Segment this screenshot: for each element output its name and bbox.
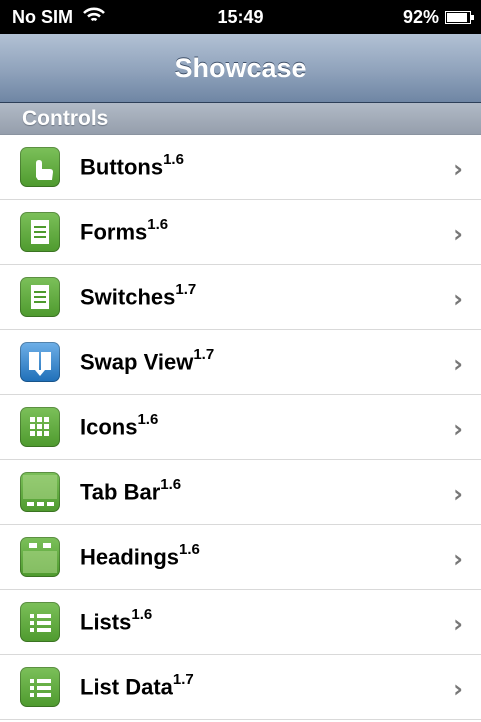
list-icon xyxy=(20,602,60,642)
status-right: 92% xyxy=(402,7,474,28)
item-title: List Data xyxy=(80,674,173,700)
version-badge: 1.6 xyxy=(179,541,200,558)
item-title: Swap View xyxy=(80,349,194,375)
chevron-right-icon: › xyxy=(453,675,463,703)
version-badge: 1.7 xyxy=(175,281,197,298)
chevron-right-icon: › xyxy=(453,350,463,378)
list-item-lists[interactable]: Lists1.6 › xyxy=(0,590,481,655)
list-item-label: Tab Bar1.6 xyxy=(80,476,182,505)
item-title: Tab Bar xyxy=(80,479,161,505)
list-item-label: Forms1.6 xyxy=(80,216,169,245)
version-badge: 1.7 xyxy=(193,346,215,363)
navigation-bar: Showcase xyxy=(0,34,481,103)
item-title: Switches xyxy=(80,284,176,310)
chevron-right-icon: › xyxy=(453,415,463,443)
version-badge: 1.6 xyxy=(137,411,159,428)
chevron-right-icon: › xyxy=(453,285,463,313)
list-item-label: List Data1.7 xyxy=(80,671,194,700)
battery-icon xyxy=(445,11,474,24)
item-title: Headings xyxy=(80,544,180,570)
list-item-label: Icons1.6 xyxy=(80,411,159,440)
version-badge: 1.7 xyxy=(172,671,194,688)
controls-list: Buttons1.6 › Forms1.6 › Switches1.7 › Swap Vie… xyxy=(0,135,481,720)
item-title: Lists xyxy=(80,609,132,635)
chevron-right-icon: › xyxy=(453,155,463,183)
document-icon xyxy=(20,212,60,252)
list-icon xyxy=(20,667,60,707)
version-badge: 1.6 xyxy=(160,476,182,493)
item-title: Icons xyxy=(80,414,138,440)
list-item-buttons[interactable]: Buttons1.6 › xyxy=(0,135,481,200)
list-item-swap-view[interactable]: Swap View1.7 › xyxy=(0,330,481,395)
item-title: Forms xyxy=(80,219,148,245)
item-title: Buttons xyxy=(80,154,164,180)
list-item-label: Lists1.6 xyxy=(80,606,153,635)
document-icon xyxy=(20,277,60,317)
list-item-label: Buttons1.6 xyxy=(80,151,184,180)
list-item-label: Headings1.6 xyxy=(80,541,200,570)
list-item-label: Switches1.7 xyxy=(80,281,197,310)
hand-pointer-icon xyxy=(20,147,60,187)
chevron-right-icon: › xyxy=(453,610,463,638)
list-item-list-data[interactable]: List Data1.7 › xyxy=(0,655,481,720)
heading-bar-icon xyxy=(20,537,60,577)
tab-bar-icon xyxy=(20,472,60,512)
list-item-label: Swap View1.7 xyxy=(80,346,215,375)
grid-icon xyxy=(20,407,60,447)
chevron-right-icon: › xyxy=(453,545,463,573)
version-badge: 1.6 xyxy=(147,216,169,233)
swap-view-icon xyxy=(20,342,60,382)
list-item-icons[interactable]: Icons1.6 › xyxy=(0,395,481,460)
list-item-switches[interactable]: Switches1.7 › xyxy=(0,265,481,330)
list-item-tab-bar[interactable]: Tab Bar1.6 › xyxy=(0,460,481,525)
battery-percent: 92% xyxy=(402,7,439,27)
list-item-forms[interactable]: Forms1.6 › xyxy=(0,200,481,265)
list-item-headings[interactable]: Headings1.6 › xyxy=(0,525,481,590)
version-badge: 1.6 xyxy=(131,606,153,623)
chevron-right-icon: › xyxy=(453,480,463,508)
version-badge: 1.6 xyxy=(163,151,184,168)
section-header: Controls xyxy=(0,103,481,135)
status-bar: No SIM 15:49 92% xyxy=(0,0,481,34)
chevron-right-icon: › xyxy=(453,220,463,248)
page-title: Showcase xyxy=(174,53,307,83)
